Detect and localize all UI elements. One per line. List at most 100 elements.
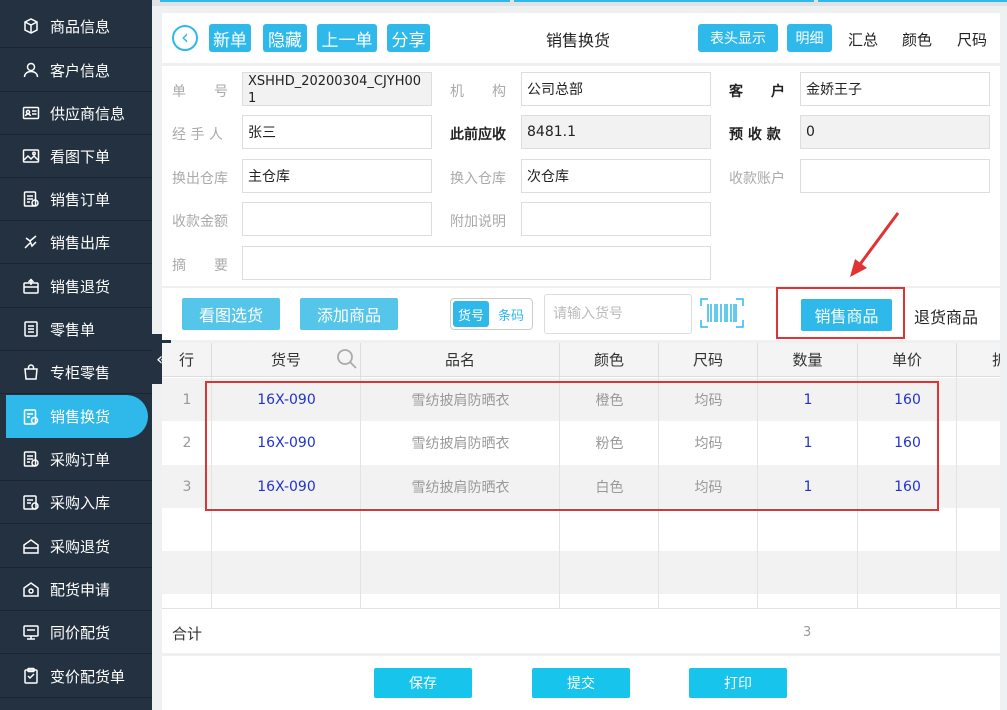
org-label: 机 构 <box>450 84 506 100</box>
sidebar-item-label: 销售退货 <box>50 277 111 296</box>
box-icon <box>22 17 40 35</box>
order-no-field: XSHHD_20200304_CJYH001 <box>242 72 432 106</box>
sidebar-item-product-info[interactable]: 商品信息 <box>0 5 152 48</box>
sidebar-item-retail-order[interactable]: 零售单 <box>0 308 152 351</box>
column-header-row: 行 <box>162 343 212 377</box>
sidebar-item-distribution-request[interactable]: 配货申请 <box>0 568 152 611</box>
highlight-box-table-rows <box>205 381 939 511</box>
item-code-input[interactable] <box>544 294 692 334</box>
toggle-item-code[interactable]: 货号 <box>453 301 489 327</box>
exchange-icon <box>22 408 40 426</box>
divider <box>162 608 1000 609</box>
amount-label: 收款金额 <box>172 214 228 230</box>
sidebar-item-sales-order[interactable]: 销售订单 <box>0 178 152 221</box>
return-product-button[interactable]: 退货商品 <box>914 304 978 328</box>
sidebar-item-customer-info[interactable]: 客户信息 <box>0 49 152 92</box>
page-title: 销售换货 <box>546 31 611 50</box>
handler-field[interactable]: 张三 <box>242 115 432 149</box>
top-tab-strip <box>152 0 1007 6</box>
customer-label: 客 户 <box>729 84 785 100</box>
color-view-button[interactable]: 颜色 <box>902 29 932 50</box>
print-button[interactable]: 打印 <box>689 668 787 698</box>
sidebar-item-purchase-order[interactable]: 采购订单 <box>0 438 152 481</box>
barcode-scan-icon[interactable] <box>700 298 744 328</box>
highlight-box-sales-product <box>776 287 905 339</box>
order-icon <box>22 190 40 208</box>
previous-order-button[interactable]: 上一单 <box>317 24 377 52</box>
same-price-icon <box>22 623 40 641</box>
org-field[interactable]: 公司总部 <box>521 72 711 106</box>
distribution-icon <box>22 580 40 598</box>
sidebar-item-label: 专柜零售 <box>50 363 111 382</box>
footer-actions: 保存 提交 打印 <box>162 656 1000 710</box>
back-button[interactable]: ‹ <box>172 25 198 51</box>
sidebar-item-sales-exchange[interactable]: 销售换货 <box>6 395 148 438</box>
account-field[interactable] <box>800 159 990 193</box>
sidebar-item-label: 采购入库 <box>50 493 111 512</box>
header-display-button[interactable]: 表头显示 <box>698 24 778 52</box>
tab-indicator <box>818 0 1007 2</box>
image-icon <box>22 147 40 165</box>
sidebar-item-label: 看图下单 <box>50 147 111 166</box>
sidebar-item-label: 采购订单 <box>50 450 111 469</box>
sidebar-item-label: 零售单 <box>50 320 96 339</box>
add-product-button[interactable]: 添加商品 <box>300 298 398 330</box>
user-icon <box>22 61 40 79</box>
advance-label: 预 收 款 <box>729 127 781 143</box>
column-header-code: 货号 <box>212 343 361 377</box>
column-divider <box>956 377 957 608</box>
save-button[interactable]: 保存 <box>374 668 472 698</box>
out-warehouse-field[interactable]: 主仓库 <box>242 159 432 193</box>
chevron-left-icon: ‹ <box>181 25 189 49</box>
sidebar-item-sales-return[interactable]: 销售退货 <box>0 265 152 308</box>
column-header-color: 颜色 <box>560 343 659 377</box>
submit-button[interactable]: 提交 <box>532 668 630 698</box>
sidebar-item-order-by-image[interactable]: 看图下单 <box>0 135 152 178</box>
note-field[interactable] <box>521 202 711 236</box>
tab-indicator <box>514 0 814 2</box>
purchase-order-icon <box>22 450 40 468</box>
column-header-size: 尺码 <box>659 343 758 377</box>
sidebar-item-label: 销售换货 <box>50 408 111 426</box>
prev-receivable-label: 此前应收 <box>450 127 506 143</box>
out-warehouse-label: 换出仓库 <box>172 171 228 187</box>
sidebar-item-variable-price-distribution[interactable]: 变价配货单 <box>0 655 152 698</box>
sidebar-item-label: 商品信息 <box>50 17 111 36</box>
table-row-empty <box>162 551 1000 594</box>
new-order-button[interactable]: 新单 <box>209 24 251 52</box>
share-button[interactable]: 分享 <box>387 24 430 52</box>
amount-field[interactable] <box>242 202 432 236</box>
purchase-return-icon <box>22 537 40 555</box>
account-label: 收款账户 <box>729 171 785 187</box>
size-view-button[interactable]: 尺码 <box>957 29 987 50</box>
sidebar-item-label: 变价配货单 <box>50 667 126 686</box>
tab-indicator <box>160 0 510 2</box>
column-header-price: 单价 <box>858 343 957 377</box>
customer-field[interactable]: 金娇王子 <box>800 72 990 106</box>
summary-field[interactable] <box>242 246 711 280</box>
summary-label: 摘 要 <box>172 258 228 274</box>
summary-view-button[interactable]: 汇总 <box>848 29 878 50</box>
sidebar-item-counter-retail[interactable]: 专柜零售 <box>0 351 152 394</box>
sidebar-item-label: 客户信息 <box>50 61 111 80</box>
outbound-icon <box>22 233 40 251</box>
clipboard-icon <box>22 667 40 685</box>
sidebar-item-purchase-inbound[interactable]: 采购入库 <box>0 481 152 524</box>
id-card-icon <box>22 104 40 122</box>
search-icon[interactable] <box>336 348 358 370</box>
hide-button[interactable]: 隐藏 <box>263 24 307 52</box>
sidebar-item-same-price-distribution[interactable]: 同价配货 <box>0 611 152 654</box>
toggle-barcode[interactable]: 条码 <box>493 301 529 327</box>
sidebar-item-sales-outbound[interactable]: 销售出库 <box>0 221 152 264</box>
prev-receivable-field: 8481.1 <box>521 115 711 149</box>
code-mode-toggle[interactable]: 货号 条码 <box>450 298 533 330</box>
sidebar-item-supplier-info[interactable]: 供应商信息 <box>0 92 152 135</box>
column-header-qty: 数量 <box>758 343 858 377</box>
detail-view-button[interactable]: 明细 <box>787 24 832 52</box>
in-warehouse-field[interactable]: 次仓库 <box>521 159 711 193</box>
pick-by-image-button[interactable]: 看图选货 <box>182 298 280 330</box>
order-no-label: 单 号 <box>172 84 228 100</box>
page-header: ‹ 新单 隐藏 上一单 分享 销售换货 表头显示 明细 汇总 颜色 尺码 <box>162 13 1000 63</box>
sidebar-item-purchase-return[interactable]: 采购退货 <box>0 525 152 568</box>
sidebar-item-label: 销售出库 <box>50 233 111 252</box>
